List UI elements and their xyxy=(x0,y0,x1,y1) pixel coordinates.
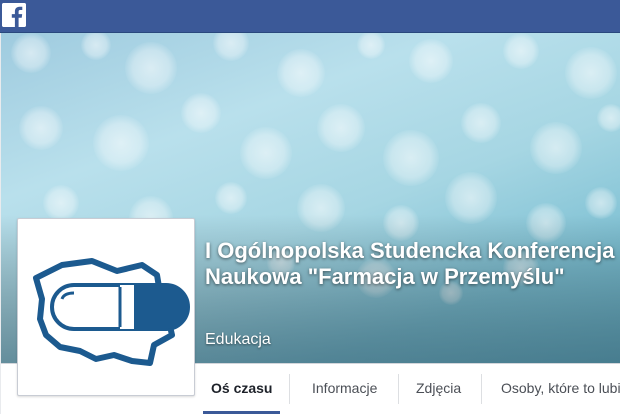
page-category[interactable]: Edukacja xyxy=(205,331,271,349)
tab-info[interactable]: Informacje xyxy=(312,364,377,412)
tab-timeline[interactable]: Oś czasu xyxy=(202,364,282,414)
tab-photos[interactable]: Zdjęcia xyxy=(416,364,461,412)
page-title: I Ogólnopolska Studencka Konferencja Nau… xyxy=(205,238,615,289)
tab-divider xyxy=(398,374,399,404)
poland-map-capsule-logo-icon xyxy=(33,258,190,366)
top-navigation-bar xyxy=(0,0,620,33)
profile-picture[interactable] xyxy=(17,218,195,396)
tab-likes[interactable]: Osoby, które to lubią xyxy=(501,364,620,412)
facebook-logo-icon[interactable] xyxy=(2,3,26,27)
tab-divider xyxy=(481,374,482,404)
tab-divider xyxy=(289,374,290,404)
